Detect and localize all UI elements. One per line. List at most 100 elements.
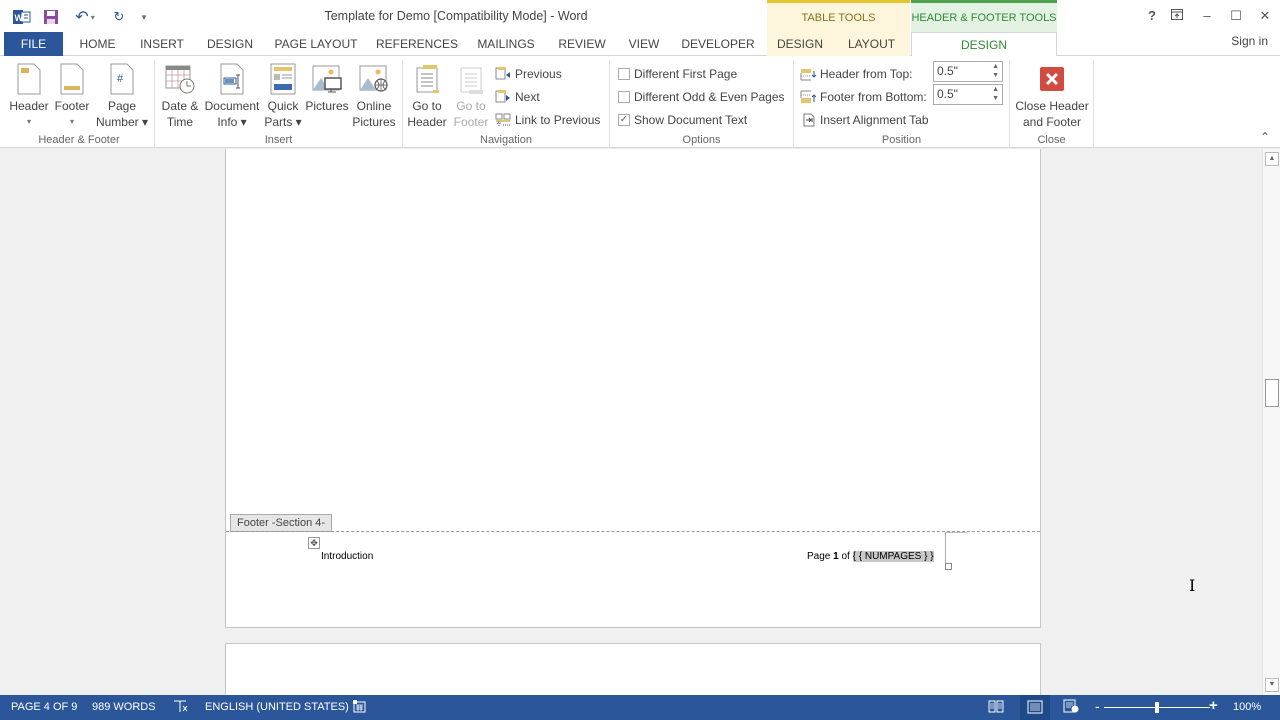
quick-parts-label-line2: Parts ▾ xyxy=(264,115,302,129)
calendar-clock-icon xyxy=(164,62,196,96)
online-pictures-label-line1: Online xyxy=(356,99,392,113)
tab-page-layout[interactable]: PAGE LAYOUT xyxy=(270,32,362,56)
scroll-up-icon[interactable]: ▲ xyxy=(1265,152,1279,166)
quick-parts-icon xyxy=(267,62,299,96)
maximize-icon[interactable]: ☐ xyxy=(1226,8,1246,24)
page-5[interactable] xyxy=(225,643,1041,695)
header-icon xyxy=(13,62,45,96)
tab-view[interactable]: VIEW xyxy=(622,32,666,56)
close-window-icon[interactable]: ✕ xyxy=(1255,8,1275,24)
ribbon-tabs: FILE HOME INSERT DESIGN PAGE LAYOUT REFE… xyxy=(0,32,1280,57)
alignment-tab-icon xyxy=(803,113,815,127)
go-to-footer-label-line1: Go to xyxy=(456,99,486,113)
footer-from-bottom-label: Footer from Bottom: xyxy=(820,90,927,104)
read-mode-icon[interactable] xyxy=(988,699,1004,716)
header-from-top-icon xyxy=(800,69,816,81)
minimize-icon[interactable]: – xyxy=(1197,8,1217,23)
print-layout-button[interactable] xyxy=(1020,695,1050,720)
header-button[interactable]: Header ▾ xyxy=(6,62,52,130)
table-cell-border-top xyxy=(945,532,967,533)
group-insert: Date & Time Document Info ▾ Quick Parts … xyxy=(155,60,403,148)
go-to-header-button[interactable]: Go to Header xyxy=(405,62,449,130)
header-from-top-input[interactable]: 0.5" ▲ ▼ xyxy=(933,61,1003,82)
title-bar: W ↶ ▾ ↻ ▾ Template for Demo [Compatibilit… xyxy=(0,0,1280,56)
group-options: Different First Page Different Odd & Eve… xyxy=(610,60,794,148)
next-button[interactable]: Next xyxy=(495,87,540,107)
scroll-down-icon[interactable]: ▼ xyxy=(1265,678,1279,692)
zoom-level[interactable]: 100% xyxy=(1233,701,1261,713)
go-to-footer-icon xyxy=(455,62,487,96)
pictures-button[interactable]: Pictures xyxy=(303,62,351,114)
vertical-scrollbar[interactable]: ▲ ▼ xyxy=(1262,149,1280,695)
group-label-close: Close xyxy=(1037,134,1066,146)
pictures-icon xyxy=(311,62,343,96)
tab-review[interactable]: REVIEW xyxy=(553,32,611,56)
footer-page-number[interactable]: Page 1 of { { NUMPAGES } } xyxy=(807,551,934,562)
show-document-text-checkbox[interactable]: ✓ Show Document Text xyxy=(618,110,747,130)
header-from-top-label-group: Header from Top: xyxy=(800,64,913,84)
document-area[interactable]: Footer -Section 4- ✥ Introduction Page 1… xyxy=(0,149,1262,695)
scrollbar-thumb[interactable] xyxy=(1265,379,1279,408)
different-odd-even-checkbox[interactable]: Different Odd & Even Pages xyxy=(618,87,785,107)
tab-insert[interactable]: INSERT xyxy=(136,32,188,56)
go-to-footer-button[interactable]: Go to Footer xyxy=(449,62,493,130)
word-count[interactable]: 989 WORDS xyxy=(92,701,156,713)
header-from-top-spin-arrows[interactable]: ▲ ▼ xyxy=(992,62,999,80)
footer-from-bottom-spin-arrows[interactable]: ▲ ▼ xyxy=(992,85,999,103)
zoom-out-button[interactable]: - xyxy=(1095,698,1100,714)
tab-table-layout[interactable]: LAYOUT xyxy=(833,32,910,56)
close-header-footer-button[interactable]: Close Header and Footer xyxy=(1012,62,1092,130)
date-time-button[interactable]: Date & Time xyxy=(157,62,203,130)
go-to-footer-label-line2: Footer xyxy=(453,115,489,129)
table-resize-handle[interactable] xyxy=(945,563,952,570)
group-label-position: Position xyxy=(881,134,922,146)
footer-left-text[interactable]: Introduction xyxy=(321,551,373,562)
page-prefix: Page xyxy=(807,551,834,562)
zoom-slider[interactable] xyxy=(1104,702,1210,713)
group-navigation: Go to Header Go to Footer Previous Next … xyxy=(403,60,610,148)
page-number-button[interactable]: # Page Number ▾ xyxy=(94,62,150,130)
header-footer-tools-label: HEADER & FOOTER TOOLS xyxy=(911,12,1057,24)
link-to-previous-button[interactable]: Link to Previous xyxy=(495,110,600,130)
footer-button[interactable]: Footer ▾ xyxy=(52,62,92,130)
help-icon[interactable]: ? xyxy=(1142,8,1162,23)
quick-parts-button[interactable]: Quick Parts ▾ xyxy=(263,62,303,130)
page-count[interactable]: PAGE 4 OF 9 xyxy=(11,701,77,713)
collapse-ribbon-icon[interactable]: ⌃ xyxy=(1260,130,1270,144)
tab-header-footer-design[interactable]: DESIGN xyxy=(911,32,1057,57)
tab-home[interactable]: HOME xyxy=(70,32,125,56)
tab-developer[interactable]: DEVELOPER xyxy=(678,32,758,56)
previous-button[interactable]: Previous xyxy=(495,64,562,84)
tab-references[interactable]: REFERENCES xyxy=(374,32,460,56)
page-of-text: of xyxy=(838,551,853,562)
web-layout-icon[interactable] xyxy=(1063,699,1079,716)
page-number-icon: # xyxy=(106,62,138,96)
insert-alignment-tab-label: Insert Alignment Tab xyxy=(820,113,929,127)
proofing-icon[interactable] xyxy=(173,699,189,716)
sign-in-link[interactable]: Sign in xyxy=(1231,34,1268,48)
table-move-handle-icon[interactable]: ✥ xyxy=(308,537,320,549)
language-indicator[interactable]: ENGLISH (UNITED STATES) xyxy=(205,701,349,713)
numpages-field[interactable]: { { NUMPAGES } } xyxy=(852,551,934,562)
tab-table-design[interactable]: DESIGN xyxy=(767,32,833,56)
tab-file[interactable]: FILE xyxy=(4,32,63,56)
header-dropdown-icon: ▾ xyxy=(26,117,31,126)
next-section-icon xyxy=(495,90,510,103)
different-first-page-checkbox[interactable]: Different First Page xyxy=(618,64,737,84)
different-first-page-check-box[interactable] xyxy=(618,68,630,80)
zoom-slider-thumb[interactable] xyxy=(1155,702,1159,713)
checkmark-icon[interactable]: ✓ xyxy=(618,114,630,126)
tab-design[interactable]: DESIGN xyxy=(201,32,259,56)
ribbon-display-options-icon[interactable] xyxy=(1167,8,1187,23)
online-pictures-button[interactable]: Online Pictures xyxy=(351,62,397,130)
ribbon: Header ▾ Footer ▾ # Page Number ▾ Header… xyxy=(0,56,1280,148)
tab-mailings[interactable]: MAILINGS xyxy=(470,32,542,56)
quick-parts-label-line1: Quick xyxy=(267,99,299,113)
footer-from-bottom-input[interactable]: 0.5" ▲ ▼ xyxy=(933,84,1003,105)
group-label-navigation: Navigation xyxy=(480,134,532,146)
document-info-button[interactable]: Document Info ▾ xyxy=(201,62,263,130)
insert-alignment-tab-button[interactable]: Insert Alignment Tab xyxy=(802,110,929,130)
macro-recording-icon[interactable] xyxy=(352,699,366,716)
zoom-in-button[interactable]: + xyxy=(1209,697,1218,714)
different-odd-even-check-box[interactable] xyxy=(618,91,630,103)
